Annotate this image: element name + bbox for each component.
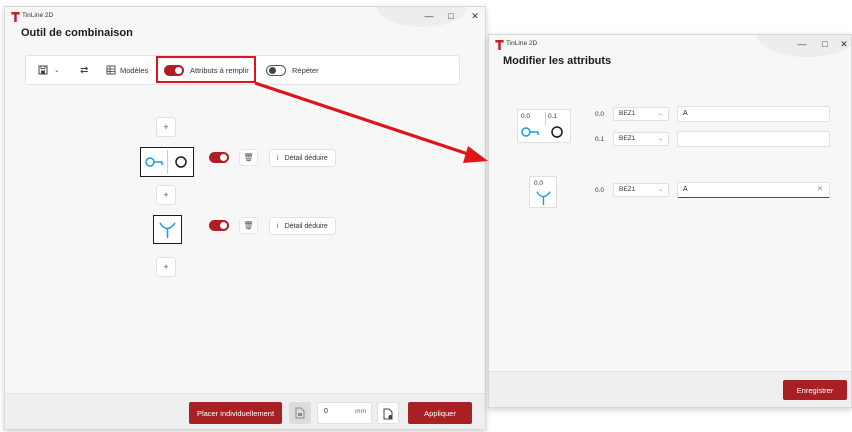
annotation-arrow (254, 81, 488, 163)
